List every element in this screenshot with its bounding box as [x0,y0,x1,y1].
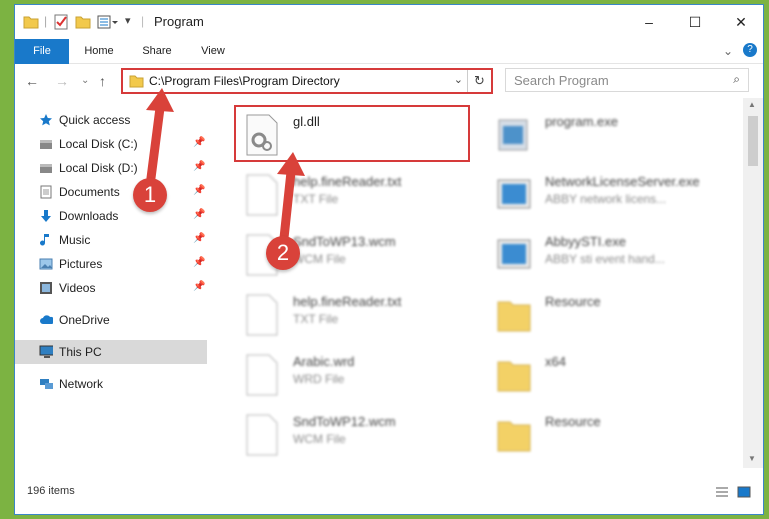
arrow-2 [277,152,305,243]
step-marker-1: 1 [133,178,167,212]
annotation-arrows [146,88,305,243]
arrow-1 [146,88,174,183]
step-marker-2: 2 [266,236,300,270]
